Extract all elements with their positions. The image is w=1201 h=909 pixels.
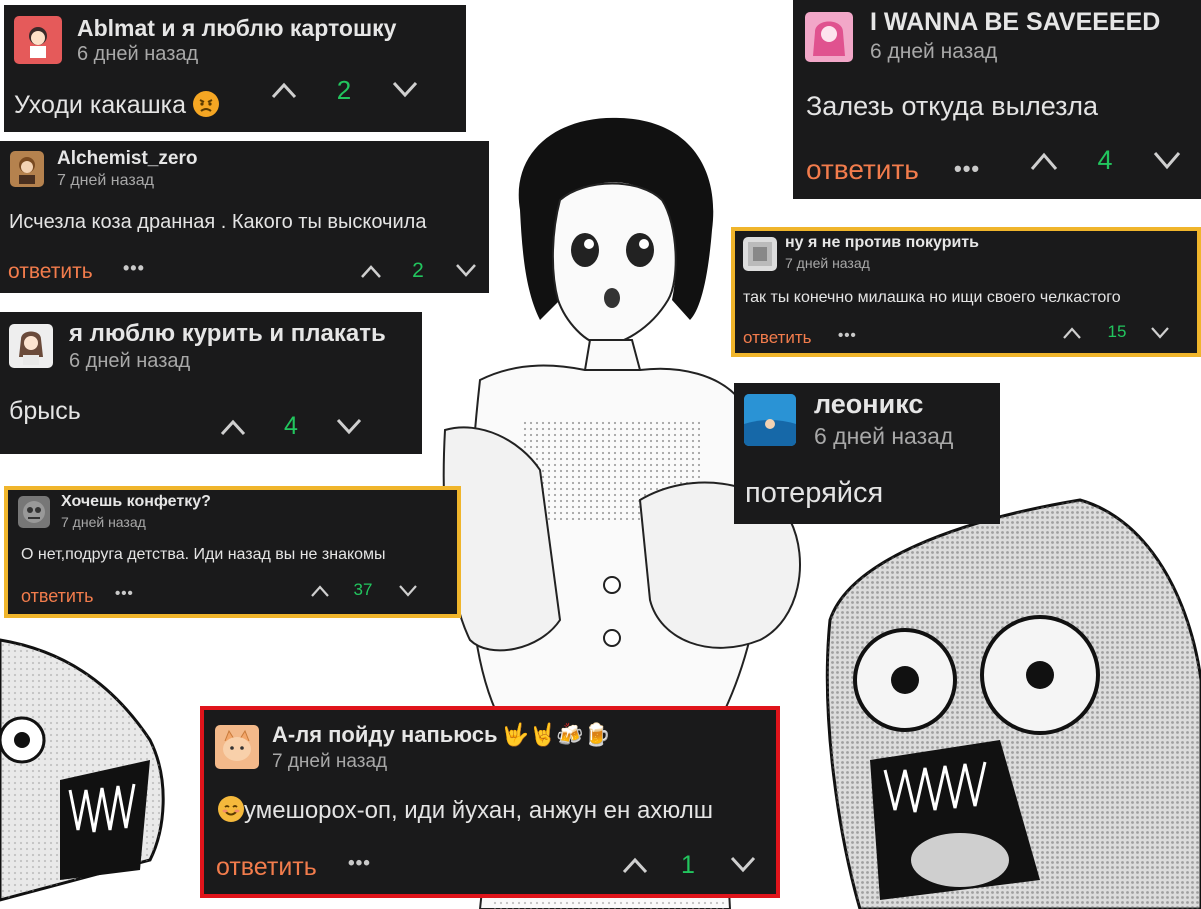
username[interactable]: Alchemist_zero xyxy=(57,148,197,170)
timestamp: 6 дней назад xyxy=(870,40,998,63)
vote-count: 1 xyxy=(681,851,695,879)
timestamp: 7 дней назад xyxy=(57,172,154,189)
username[interactable]: I WANNA BE SAVEEEED xyxy=(870,8,1160,37)
more-options-button[interactable]: ••• xyxy=(954,156,980,182)
avatar[interactable] xyxy=(805,12,853,62)
more-options-button[interactable]: ••• xyxy=(348,853,371,875)
avatar[interactable] xyxy=(9,324,53,368)
downvote-button[interactable] xyxy=(392,81,418,99)
comment-card: А-ля пойду напьюсь 🤟🤘🍻🍺 7 дней назад умеш… xyxy=(200,706,780,898)
username[interactable]: я люблю курить и плакать xyxy=(69,320,386,348)
angry-face-emoji xyxy=(193,91,220,117)
username[interactable]: ну я не против покурить xyxy=(785,234,979,252)
username[interactable]: А-ля пойду напьюсь 🤟🤘🍻🍺 xyxy=(272,722,611,748)
timestamp: 6 дней назад xyxy=(77,43,199,65)
avatar[interactable] xyxy=(215,725,259,769)
vote-count: 37 xyxy=(353,580,373,599)
comment-text: так ты конечно милашка но ищи своего чел… xyxy=(743,289,1121,306)
username[interactable]: Хочешь конфетку? xyxy=(61,493,211,511)
upvote-button[interactable] xyxy=(360,263,382,279)
vote-count: 2 xyxy=(336,75,352,105)
comment-card: I WANNA BE SAVEEEED 6 дней назад Залезь … xyxy=(793,0,1201,199)
comment-text: умешорох-оп, иди йухан, анжун ен ахюлш xyxy=(218,796,713,825)
avatar[interactable] xyxy=(744,394,796,446)
comment-text: Исчезла коза дранная . Какого ты выскочи… xyxy=(9,211,427,233)
downvote-button[interactable] xyxy=(1150,326,1170,340)
comment-card: леоникс 6 дней назад потеряйся xyxy=(734,383,1000,524)
reply-button[interactable]: ответить xyxy=(8,260,93,284)
upvote-button[interactable] xyxy=(1062,326,1082,340)
comment-text: О нет,подруга детства. Иди назад вы не з… xyxy=(21,546,386,563)
downvote-button[interactable] xyxy=(730,856,756,874)
downvote-button[interactable] xyxy=(398,584,418,598)
avatar[interactable] xyxy=(14,16,62,64)
downvote-button[interactable] xyxy=(1153,151,1181,171)
comment-card: ну я не против покурить 7 дней назад так… xyxy=(731,227,1201,357)
upvote-button[interactable] xyxy=(1030,151,1058,171)
timestamp: 7 дней назад xyxy=(61,514,146,530)
avatar[interactable] xyxy=(10,151,44,187)
vote-count: 2 xyxy=(412,259,424,282)
upvote-button[interactable] xyxy=(271,81,297,99)
upvote-button[interactable] xyxy=(310,584,330,598)
comment-card: Хочешь конфетку? 7 дней назад О нет,подр… xyxy=(4,486,461,618)
vote-count: 15 xyxy=(1107,322,1127,341)
timestamp: 7 дней назад xyxy=(272,751,388,772)
username[interactable]: Ablmat и я люблю картошку xyxy=(77,15,396,42)
upvote-button[interactable] xyxy=(622,856,648,874)
comment-text: Уходи какашка xyxy=(14,91,220,120)
comment-text: потеряйся xyxy=(745,477,884,509)
comment-text: брысь xyxy=(9,397,81,425)
downvote-button[interactable] xyxy=(455,263,477,279)
avatar[interactable] xyxy=(743,237,777,271)
more-options-button[interactable]: ••• xyxy=(838,327,857,344)
comment-card: Ablmat и я люблю картошку 6 дней назад У… xyxy=(4,5,466,132)
more-options-button[interactable]: ••• xyxy=(115,585,134,602)
reply-button[interactable]: ответить xyxy=(806,154,919,186)
timestamp: 7 дней назад xyxy=(785,255,870,271)
comment-card: я люблю курить и плакать 6 дней назад бр… xyxy=(0,312,422,454)
avatar[interactable] xyxy=(18,496,50,528)
username[interactable]: леоникс xyxy=(814,389,923,420)
upvote-button[interactable] xyxy=(220,418,246,436)
comment-text: Залезь откуда вылезла xyxy=(806,91,1099,121)
reply-button[interactable]: ответить xyxy=(216,853,317,882)
reply-button[interactable]: ответить xyxy=(743,328,812,348)
more-options-button[interactable]: ••• xyxy=(123,258,145,279)
reply-button[interactable]: ответить xyxy=(21,586,94,607)
vote-count: 4 xyxy=(1097,145,1113,175)
smiling-face-emoji xyxy=(218,796,244,822)
vote-count: 4 xyxy=(284,412,298,440)
timestamp: 6 дней назад xyxy=(69,350,191,372)
timestamp: 6 дней назад xyxy=(814,423,954,449)
hand-beer-emoji: 🤟🤘🍻🍺 xyxy=(501,722,612,747)
comment-card: Alchemist_zero 7 дней назад Исчезла коза… xyxy=(0,141,489,293)
downvote-button[interactable] xyxy=(336,418,362,436)
